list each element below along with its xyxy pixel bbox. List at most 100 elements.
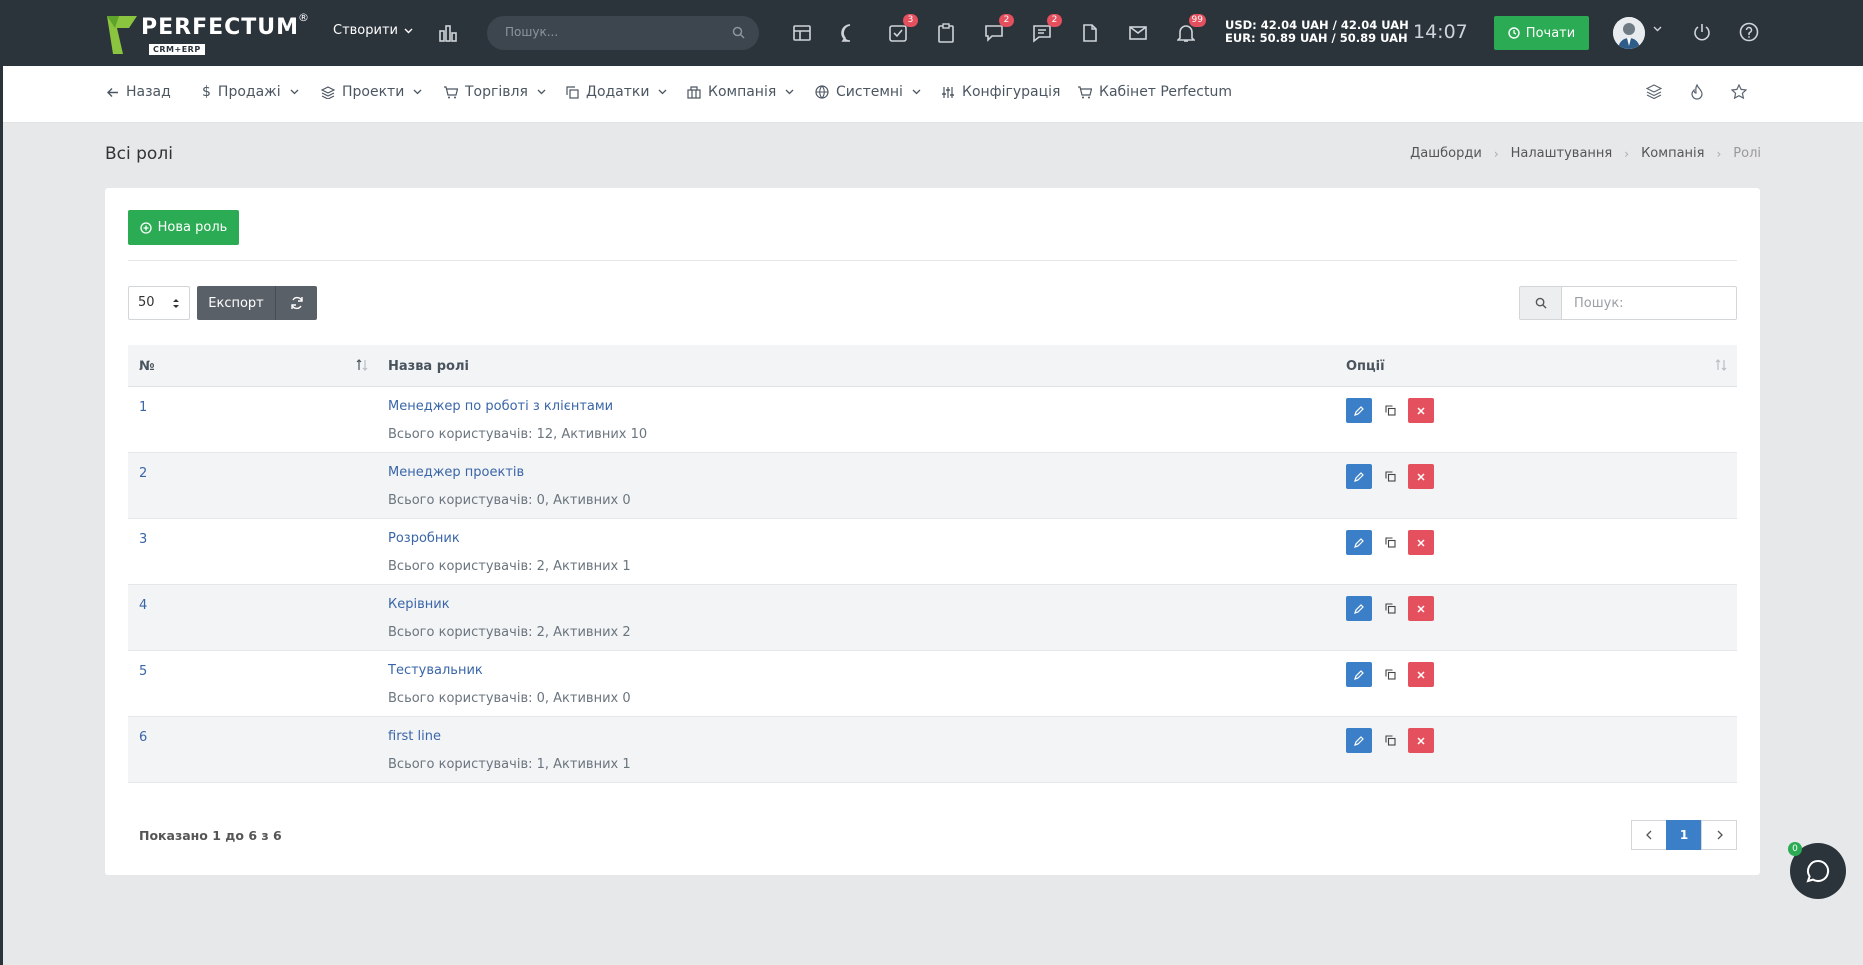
nav-trade-label: Торгівля: [465, 84, 528, 100]
sort-icon[interactable]: [1715, 359, 1728, 371]
role-name-link[interactable]: Тестувальник: [388, 663, 483, 678]
delete-button[interactable]: [1408, 596, 1434, 621]
page-button[interactable]: 1: [1666, 820, 1702, 850]
row-options: [1346, 728, 1434, 753]
layers-icon: [321, 85, 335, 99]
logo[interactable]: PERFECTUM ® CRM+ERP: [105, 11, 315, 56]
cart-icon: [1078, 85, 1092, 98]
close-icon: [1417, 736, 1425, 745]
nav-cabinet[interactable]: Кабінет Perfectum: [1077, 84, 1232, 100]
star-icon[interactable]: [1731, 84, 1747, 99]
header-num[interactable]: №: [139, 359, 155, 374]
copy-icon: [566, 85, 579, 99]
layers-icon[interactable]: [1646, 84, 1662, 99]
edit-button[interactable]: [1346, 728, 1372, 753]
duplicate-button[interactable]: [1377, 530, 1403, 555]
row-options: [1346, 398, 1434, 423]
global-search-input[interactable]: [505, 25, 705, 39]
breadcrumb-dashboards[interactable]: Дашборди: [1410, 146, 1482, 161]
delete-button[interactable]: [1408, 530, 1434, 555]
nav-back[interactable]: Назад: [106, 84, 171, 100]
power-icon[interactable]: [1692, 22, 1712, 42]
role-name-link[interactable]: Розробник: [388, 531, 460, 546]
nav-company-label: Компанія: [708, 84, 777, 100]
duplicate-button[interactable]: [1377, 728, 1403, 753]
duplicate-button[interactable]: [1377, 398, 1403, 423]
refresh-icon: [290, 296, 303, 310]
table-icon[interactable]: [790, 22, 814, 44]
table-row: 1 Менеджер по роботі з клієнтами Всього ко…: [128, 387, 1737, 453]
table-search-input[interactable]: [1561, 286, 1737, 320]
create-menu-button[interactable]: Створити: [333, 23, 413, 38]
edit-button[interactable]: [1346, 530, 1372, 555]
delete-button[interactable]: [1408, 398, 1434, 423]
fire-icon[interactable]: [1690, 84, 1704, 100]
nav-sales-label: Продажі: [217, 84, 281, 100]
avatar[interactable]: [1613, 17, 1645, 49]
table-row: 3 Розробник Всього користувачів: 2, Активн…: [128, 519, 1737, 585]
pencil-icon: [1354, 537, 1364, 548]
roles-card: Нова роль 50 Експорт № Назва ролі Опції: [105, 188, 1760, 875]
nav-config[interactable]: Конфігурація: [941, 84, 1060, 100]
duplicate-button[interactable]: [1377, 596, 1403, 621]
main-nav: Назад $ Продажі Проекти Торгівля Додатки…: [3, 66, 1863, 123]
nav-trade[interactable]: Торгівля: [443, 84, 546, 100]
page-title: Всі ролі: [105, 144, 173, 164]
export-button[interactable]: Експорт: [197, 286, 275, 320]
nav-projects[interactable]: Проекти: [321, 84, 422, 100]
tasks-icon[interactable]: 3: [886, 14, 918, 44]
page-length-value: 50: [138, 295, 155, 310]
clipboard-icon[interactable]: [934, 22, 958, 44]
nav-company[interactable]: Компанія: [687, 84, 794, 100]
role-name-link[interactable]: first line: [388, 729, 441, 744]
document-icon[interactable]: [1078, 22, 1102, 44]
next-page-button[interactable]: [1701, 820, 1737, 850]
header-name: Назва ролі: [388, 359, 469, 374]
role-name-link[interactable]: Менеджер проектів: [388, 465, 524, 480]
chevron-right-icon: ›: [1624, 146, 1630, 161]
chat-bubble-icon[interactable]: [838, 22, 862, 44]
new-role-button[interactable]: Нова роль: [128, 210, 239, 245]
duplicate-button[interactable]: [1377, 464, 1403, 489]
nav-system[interactable]: Системні: [815, 84, 921, 100]
role-name-link[interactable]: Менеджер по роботі з клієнтами: [388, 399, 613, 414]
edit-button[interactable]: [1346, 662, 1372, 687]
sliders-icon: [942, 86, 954, 98]
notifications-badge: 99: [1188, 14, 1206, 27]
close-icon: [1417, 538, 1425, 547]
duplicate-button[interactable]: [1377, 662, 1403, 687]
delete-button[interactable]: [1408, 662, 1434, 687]
comments-icon[interactable]: 2: [982, 14, 1014, 44]
sort-asc-icon[interactable]: [356, 359, 369, 371]
messages-icon[interactable]: 2: [1030, 14, 1062, 44]
nav-addons-label: Додатки: [586, 84, 650, 100]
refresh-button[interactable]: [275, 286, 317, 320]
page-length-select[interactable]: 50: [128, 286, 190, 320]
copy-icon: [1384, 405, 1396, 416]
arrow-left-icon: [107, 87, 118, 97]
edit-button[interactable]: [1346, 464, 1372, 489]
chevron-down-icon[interactable]: [1653, 26, 1662, 32]
chat-widget-button[interactable]: 0: [1788, 842, 1846, 899]
edit-button[interactable]: [1346, 398, 1372, 423]
nav-addons[interactable]: Додатки: [566, 84, 667, 100]
breadcrumb-company[interactable]: Компанія: [1641, 146, 1704, 161]
bell-icon[interactable]: 99: [1174, 14, 1206, 44]
nav-config-label: Конфігурація: [962, 84, 1061, 100]
prev-page-button[interactable]: [1631, 820, 1667, 850]
nav-sales[interactable]: $ Продажі: [202, 84, 299, 100]
mail-icon[interactable]: [1126, 22, 1150, 44]
row-number: 2: [139, 466, 148, 481]
help-icon[interactable]: [1739, 22, 1759, 42]
pencil-icon: [1354, 669, 1364, 680]
role-name-link[interactable]: Керівник: [388, 597, 450, 612]
pencil-icon: [1354, 471, 1364, 482]
start-timer-button[interactable]: Почати: [1494, 16, 1589, 50]
breadcrumb-settings[interactable]: Налаштування: [1511, 146, 1613, 161]
delete-button[interactable]: [1408, 464, 1434, 489]
delete-button[interactable]: [1408, 728, 1434, 753]
chevron-left-icon: [1645, 830, 1651, 840]
bar-chart-icon[interactable]: [438, 23, 458, 43]
global-search[interactable]: [487, 16, 759, 50]
edit-button[interactable]: [1346, 596, 1372, 621]
